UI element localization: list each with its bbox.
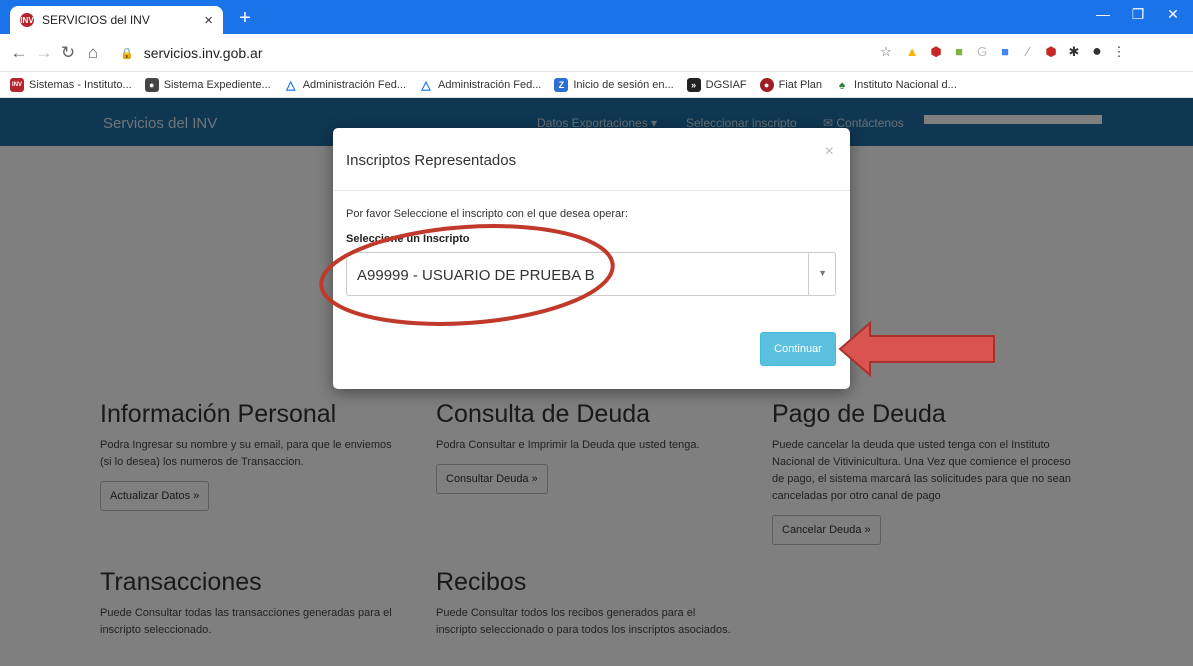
bookmark-label: Administración Fed... <box>438 78 542 91</box>
google-extension-icon[interactable]: G <box>973 43 991 61</box>
bookmark-item[interactable]: ♠ Instituto Nacional d... <box>835 78 957 92</box>
browser-tab-bar: INV SERVICIOS del INV × + — ❐ ✕ <box>0 0 1193 34</box>
url-text: servicios.inv.gob.ar <box>143 45 263 61</box>
inscriptos-modal: Inscriptos Representados × Por favor Sel… <box>333 128 850 389</box>
modal-body: Por favor Seleccione el inscripto con el… <box>346 208 836 296</box>
select-divider <box>808 253 809 295</box>
bookmark-label: Sistemas - Instituto... <box>29 78 132 91</box>
extensions-puzzle-icon[interactable]: ✱ <box>1065 43 1083 61</box>
reload-icon[interactable]: ↻ <box>57 42 79 64</box>
redacted-area <box>620 259 810 291</box>
modal-instruction: Por favor Seleccione el inscripto con el… <box>346 208 628 220</box>
selected-inscripto: A99999 - USUARIO DE PRUEBA B <box>357 267 595 284</box>
new-tab-button[interactable]: + <box>233 7 257 29</box>
menu-icon[interactable]: ⋮ <box>1110 43 1128 61</box>
lock-icon: 🔒 <box>120 47 134 60</box>
bookmark-label: Fiat Plan <box>778 78 823 91</box>
url-bar[interactable]: 🔒 servicios.inv.gob.ar <box>120 40 860 66</box>
home-icon[interactable]: ⌂ <box>82 42 104 64</box>
select-label: Seleccione un Inscripto <box>346 233 470 245</box>
bookmark-icon: △ <box>286 77 296 92</box>
bookmark-label: Sistema Expediente... <box>163 78 271 91</box>
bookmark-item[interactable]: » DGSIAF <box>686 77 747 92</box>
bookmark-item[interactable]: △ Administración Fed... <box>284 78 406 92</box>
extension-icon[interactable]: ■ <box>950 43 968 61</box>
bookmarks-bar: INV Sistemas - Instituto... ● Sistema Expe… <box>0 72 1193 98</box>
restore-icon[interactable]: ❐ <box>1123 6 1153 23</box>
bookmark-icon: INV <box>10 77 24 92</box>
address-toolbar: ← → ↻ ⌂ 🔒 servicios.inv.gob.ar ☆ ▲ ⬢ ■ G… <box>0 34 1193 72</box>
minimize-icon[interactable]: — <box>1088 6 1118 22</box>
tab-title: SERVICIOS del INV <box>42 13 150 27</box>
extension-icon[interactable]: ■ <box>996 43 1014 61</box>
bookmark-item[interactable]: INV Sistemas - Instituto... <box>10 77 132 92</box>
modal-title: Inscriptos Representados <box>346 152 517 169</box>
bookmark-star-icon[interactable]: ☆ <box>877 43 895 61</box>
bookmark-icon: Z <box>554 77 569 92</box>
browser-tab[interactable]: INV SERVICIOS del INV × <box>10 6 223 34</box>
close-window-icon[interactable]: ✕ <box>1158 6 1188 23</box>
bookmark-label: Instituto Nacional d... <box>854 78 957 91</box>
inv-favicon-icon: INV <box>20 13 34 27</box>
close-icon[interactable]: × <box>825 143 834 161</box>
chevron-down-icon[interactable]: ▼ <box>818 268 827 278</box>
bookmark-icon: » <box>686 77 701 92</box>
ublock-icon[interactable]: ⬢ <box>1042 43 1060 61</box>
bookmark-item[interactable]: ● Sistema Expediente... <box>144 77 271 92</box>
bookmark-label: DGSIAF <box>705 78 747 91</box>
extension-icon[interactable]: ⁄ <box>1019 43 1037 61</box>
continuar-button[interactable]: Continuar <box>760 332 836 366</box>
modal-header: Inscriptos Representados × <box>333 128 850 191</box>
forward-icon[interactable]: → <box>33 42 55 64</box>
profile-icon[interactable]: ● <box>1088 43 1106 61</box>
back-icon[interactable]: ← <box>8 42 30 64</box>
bookmark-icon: ♠ <box>838 77 846 92</box>
bookmark-item[interactable]: ● Fiat Plan <box>759 77 823 92</box>
bookmark-label: Administración Fed... <box>302 78 407 91</box>
extension-icon[interactable]: ▲ <box>903 43 921 61</box>
bookmark-icon: ● <box>144 77 159 92</box>
bookmark-label: Inicio de sesión en... <box>573 78 674 91</box>
bookmark-item[interactable]: Z Inicio de sesión en... <box>554 77 674 92</box>
close-tab-icon[interactable]: × <box>204 12 213 29</box>
bookmark-icon: ● <box>759 77 774 92</box>
shield-extension-icon[interactable]: ⬢ <box>927 43 945 61</box>
inscripto-select[interactable]: A99999 - USUARIO DE PRUEBA B ▼ <box>346 252 836 296</box>
bookmark-icon: △ <box>421 77 431 92</box>
bookmark-item[interactable]: △ Administración Fed... <box>419 78 541 92</box>
